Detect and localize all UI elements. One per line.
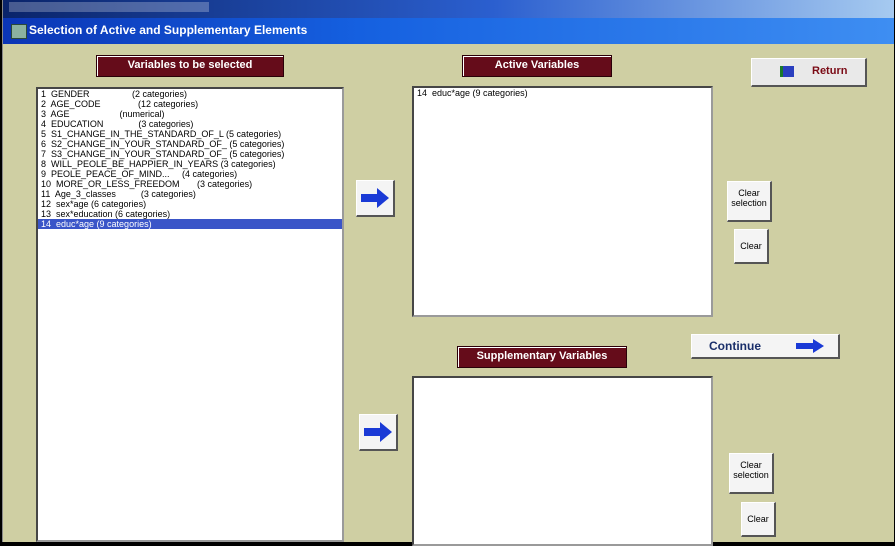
clear-label: Clear: [747, 514, 769, 524]
clear-selection-label-1: Clear: [738, 188, 760, 198]
list-item[interactable]: 3 AGE (numerical): [38, 109, 342, 119]
list-item[interactable]: 7 S3_CHANGE_IN_YOUR_STANDARD_OF_ (5 cate…: [38, 149, 342, 159]
list-item[interactable]: 10 MORE_OR_LESS_FREEDOM (3 categories): [38, 179, 342, 189]
list-item[interactable]: 9 PEOLE_PEACE_OF_MIND... (4 categories): [38, 169, 342, 179]
app-window: Selection of Active and Supplementary El…: [2, 0, 894, 546]
list-item[interactable]: 13 sex*education (6 categories): [38, 209, 342, 219]
clear-selection-label-2: selection: [731, 198, 767, 208]
add-supplementary-arrow-button[interactable]: [359, 414, 398, 451]
list-item[interactable]: 8 WILL_PEOLE_BE_HAPPIER_IN_YEARS (3 cate…: [38, 159, 342, 169]
clear-supplementary-button[interactable]: Clear: [741, 502, 776, 537]
variables-to-select-header: Variables to be selected: [96, 55, 284, 77]
clear-selection-active-button[interactable]: Clear selection: [727, 181, 772, 222]
right-arrow-icon: [364, 422, 392, 442]
right-arrow-icon: [796, 339, 824, 353]
continue-label: Continue: [709, 339, 761, 353]
list-item[interactable]: 14 educ*age (9 categories): [38, 219, 342, 229]
active-variables-header: Active Variables: [462, 55, 612, 77]
clear-selection-label-1: Clear: [740, 460, 762, 470]
list-item[interactable]: 2 AGE_CODE (12 categories): [38, 99, 342, 109]
list-item[interactable]: 4 EDUCATION (3 categories): [38, 119, 342, 129]
list-item[interactable]: 1 GENDER (2 categories): [38, 89, 342, 99]
clear-active-button[interactable]: Clear: [734, 229, 769, 264]
return-button[interactable]: Return: [751, 58, 867, 87]
outer-title-strip: [3, 0, 894, 18]
list-item[interactable]: 5 S1_CHANGE_IN_THE_STANDARD_OF_L (5 cate…: [38, 129, 342, 139]
return-label: Return: [812, 65, 848, 77]
return-icon: [780, 66, 794, 77]
list-item[interactable]: 12 sex*age (6 categories): [38, 199, 342, 209]
app-window-icon: [11, 24, 27, 39]
title-bar: Selection of Active and Supplementary El…: [3, 18, 894, 44]
add-active-arrow-button[interactable]: [356, 180, 395, 217]
continue-button[interactable]: Continue: [691, 334, 840, 359]
active-variables-list[interactable]: 14 educ*age (9 categories): [412, 86, 713, 317]
window-title: Selection of Active and Supplementary El…: [29, 23, 308, 37]
list-item[interactable]: 11 Age_3_classes (3 categories): [38, 189, 342, 199]
list-item[interactable]: 6 S2_CHANGE_IN_YOUR_STANDARD_OF_ (5 cate…: [38, 139, 342, 149]
list-item[interactable]: 14 educ*age (9 categories): [414, 88, 711, 98]
supplementary-variables-header: Supplementary Variables: [457, 346, 627, 368]
clear-selection-label-2: selection: [733, 470, 769, 480]
variables-list[interactable]: 1 GENDER (2 categories) 2 AGE_CODE (12 ca…: [36, 87, 344, 542]
clear-selection-supplementary-button[interactable]: Clear selection: [729, 453, 774, 494]
right-arrow-icon: [361, 188, 389, 208]
supplementary-variables-list[interactable]: [412, 376, 713, 546]
clear-label: Clear: [740, 241, 762, 251]
